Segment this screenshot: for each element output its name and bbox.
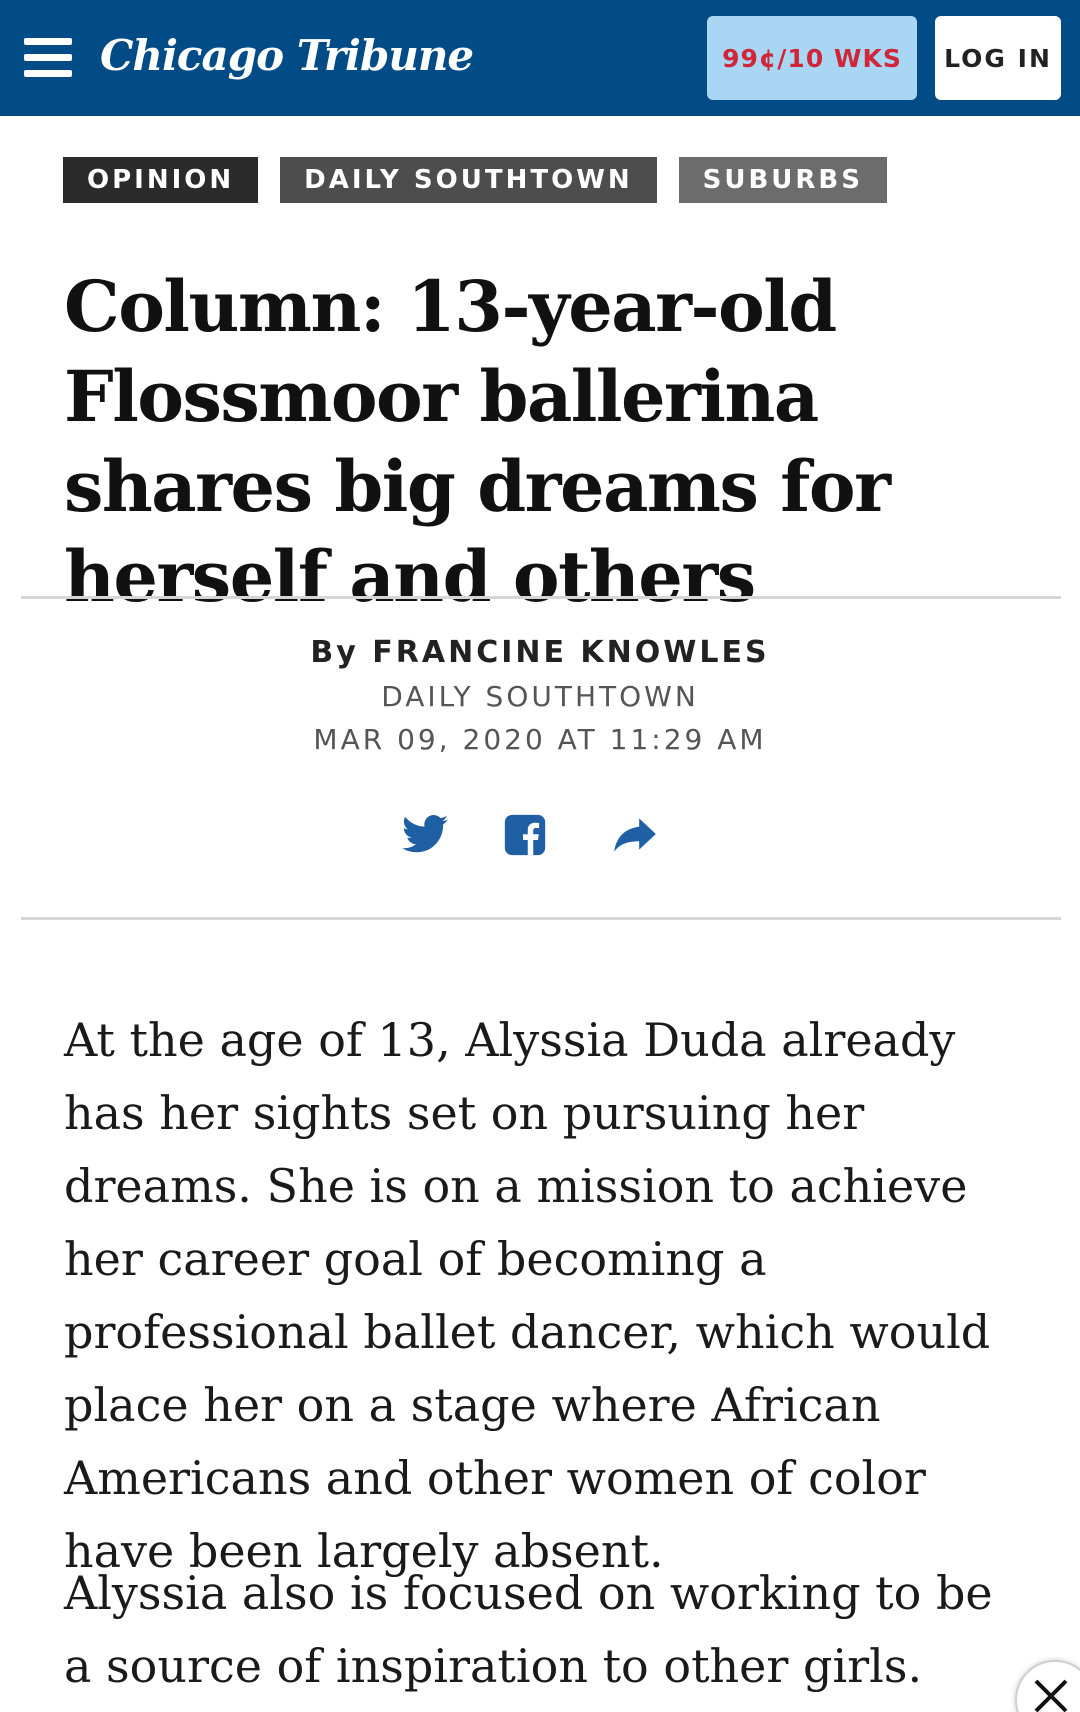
tag-opinion[interactable]: OPINION [63, 157, 259, 203]
close-ad-button[interactable] [1015, 1660, 1080, 1712]
login-button[interactable]: LOG IN [935, 16, 1061, 100]
menu-icon[interactable] [24, 38, 72, 82]
divider-bottom [21, 917, 1061, 920]
article-headline: Column: 13-year-old Flossmoor ballerina … [64, 265, 891, 618]
byline-author: By FRANCINE KNOWLES [0, 635, 1080, 670]
byline-prefix: By [310, 635, 359, 670]
article-paragraph: At the age of 13, Alyssia Duda already h… [64, 1013, 991, 1578]
publish-date: MAR 09, 2020 AT 11:29 AM [313, 723, 767, 756]
top-navigation-bar: Chicago Tribune 99¢/10 WKS LOG IN [0, 0, 1080, 116]
byline-publication: DAILY SOUTHTOWN [381, 680, 699, 713]
facebook-icon[interactable] [503, 810, 547, 860]
subscribe-button[interactable]: 99¢/10 WKS [707, 16, 917, 100]
tag-daily-southtown[interactable]: DAILY SOUTHTOWN [280, 157, 657, 203]
site-logo[interactable]: Chicago Tribune [100, 24, 474, 88]
twitter-icon[interactable] [400, 810, 450, 860]
divider-top [21, 596, 1061, 599]
share-arrow-icon[interactable] [610, 810, 660, 860]
article-paragraph: Alyssia also is focused on working to be… [64, 1566, 993, 1693]
tag-suburbs[interactable]: SUBURBS [678, 157, 887, 203]
close-icon [1034, 1679, 1068, 1712]
section-tags: OPINION DAILY SOUTHTOWN SUBURBS [63, 157, 887, 203]
author-name[interactable]: FRANCINE KNOWLES [372, 635, 769, 670]
